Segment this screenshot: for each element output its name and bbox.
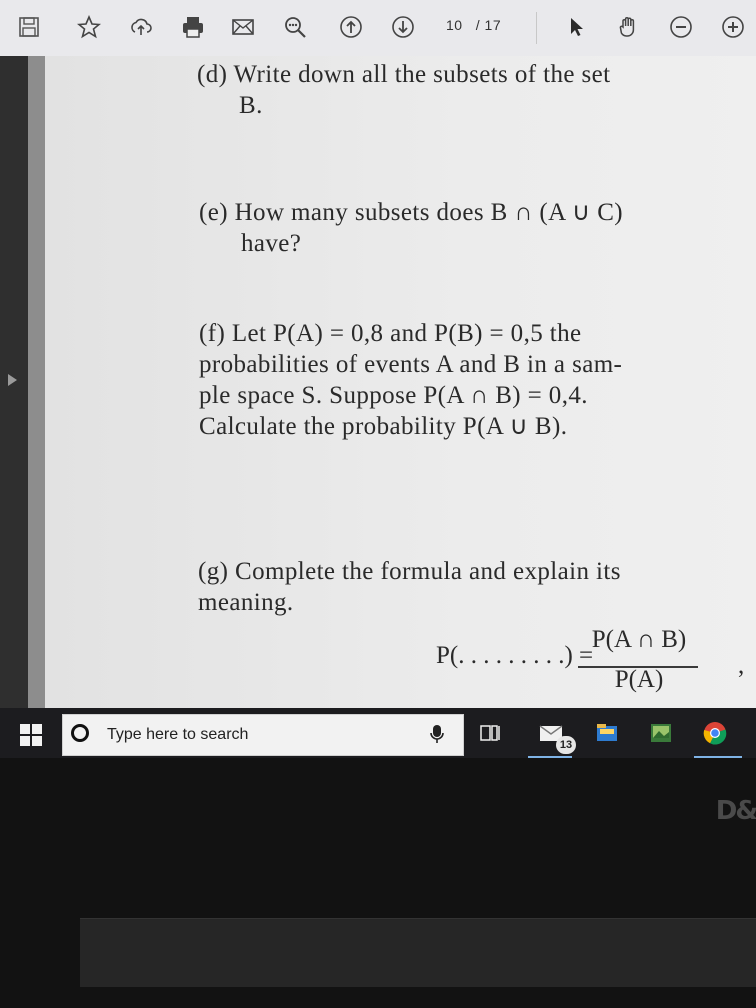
question-g-line1: (g) Complete the formula and explain its	[198, 558, 621, 585]
formula-comma: ,	[738, 652, 745, 679]
cortana-circle-icon	[71, 724, 89, 742]
question-g-line2: meaning.	[198, 589, 294, 616]
photos-app-icon[interactable]	[648, 720, 674, 746]
pdf-toolbar: 10 / 17	[0, 0, 756, 57]
page-shadow-margin	[28, 56, 45, 708]
zoom-search-icon[interactable]	[282, 14, 308, 40]
formula-numerator: P(A ∩ B)	[591, 626, 687, 653]
question-f-line1: (f) Let P(A) = 0,8 and P(B) = 0,5 the	[199, 320, 582, 347]
formula-left-side: P(. . . . . . . . .) =	[436, 642, 594, 669]
page-down-icon[interactable]	[390, 14, 416, 40]
question-d: (d) Write down all the subsets of the se…	[197, 59, 610, 121]
windows-taskbar: Type here to search 13	[0, 708, 756, 758]
chrome-icon[interactable]	[702, 720, 728, 746]
laptop-hinge	[80, 918, 756, 987]
formula-denominator: P(A)	[614, 666, 664, 693]
cloud-upload-icon[interactable]	[128, 14, 154, 40]
question-f-line3: ple space S. Suppose P(A ∩ B) = 0,4.	[199, 382, 588, 409]
search-placeholder: Type here to search	[107, 726, 249, 743]
mail-badge: 13	[556, 736, 576, 754]
question-e-line1: (e) How many subsets does B ∩ (A ∪ C)	[199, 199, 624, 226]
windows-start-icon[interactable]	[20, 724, 42, 746]
task-view-icon[interactable]	[480, 722, 502, 744]
page-total: 17	[484, 17, 502, 33]
taskbar-search-box[interactable]: Type here to search	[62, 714, 464, 756]
file-explorer-icon[interactable]	[594, 720, 620, 746]
toolbar-divider	[536, 12, 537, 44]
question-d-line2: B.	[239, 92, 263, 119]
save-icon[interactable]	[16, 14, 42, 40]
microphone-icon[interactable]	[429, 724, 445, 744]
select-cursor-icon[interactable]	[564, 14, 590, 40]
bookmark-star-icon[interactable]	[76, 14, 102, 40]
question-g: (g) Complete the formula and explain its…	[198, 556, 621, 618]
page-up-icon[interactable]	[338, 14, 364, 40]
question-e-line2: have?	[241, 230, 302, 257]
zoom-in-icon[interactable]	[720, 14, 746, 40]
question-f-line2: probabilities of events A and B in a sam…	[199, 351, 623, 378]
question-f: (f) Let P(A) = 0,8 and P(B) = 0,5 the pr…	[199, 318, 622, 442]
brand-logo: D&	[715, 796, 756, 826]
email-icon[interactable]	[230, 14, 256, 40]
print-icon[interactable]	[180, 14, 206, 40]
question-e: (e) How many subsets does B ∩ (A ∪ C) ha…	[199, 197, 623, 259]
zoom-out-icon[interactable]	[668, 14, 694, 40]
page-current[interactable]: 10	[446, 17, 463, 33]
question-f-line4: Calculate the probability P(A ∪ B).	[199, 413, 568, 440]
question-d-line1: (d) Write down all the subsets of the se…	[197, 61, 611, 88]
page-separator: /	[475, 17, 481, 33]
hand-pan-icon[interactable]	[616, 14, 642, 40]
page-counter[interactable]: 10 / 17	[446, 17, 501, 33]
expand-panel-arrow-icon[interactable]	[8, 374, 17, 386]
